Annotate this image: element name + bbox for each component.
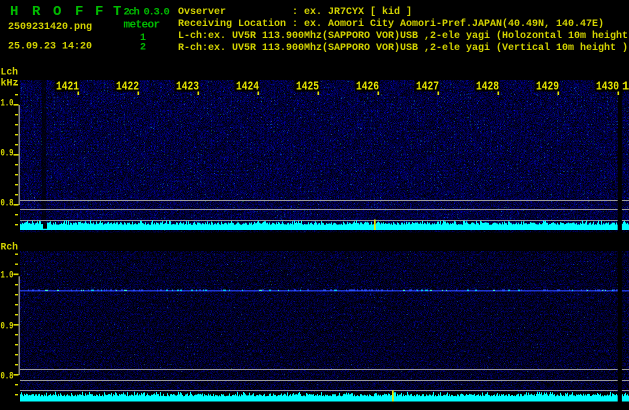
svg-text:F: F	[95, 4, 103, 20]
svg-text:Ovserver : ex. JR7CY: Ovserver : ex. JR7CYX [ kid ]	[178, 6, 412, 18]
svg-text:1430: 1430	[596, 80, 619, 94]
svg-text:1421: 1421	[56, 80, 79, 94]
svg-text:R-ch:ex. UV5R 113.900Mhz(SAPPO: R-ch:ex. UV5R 113.900Mhz(SAPPORO VOR)USB…	[178, 42, 628, 54]
svg-text:2509231420.png: 2509231420.png	[8, 22, 92, 33]
svg-text:T: T	[113, 4, 121, 20]
svg-text:R: R	[32, 4, 41, 20]
svg-text:H: H	[10, 4, 18, 20]
svg-text:0.8: 0.8	[1, 371, 14, 383]
svg-text:1mi: 1mi	[622, 80, 629, 94]
svg-text:1.0: 1.0	[1, 270, 14, 282]
svg-text:kHz: kHz	[1, 78, 19, 90]
svg-text:25.09.23 14:20: 25.09.23 14:20	[8, 42, 92, 53]
svg-text:2ch 0.3.0: 2ch 0.3.0	[124, 7, 170, 19]
svg-text:1422: 1422	[116, 80, 139, 94]
svg-text:1428: 1428	[476, 80, 499, 94]
svg-text:0.8: 0.8	[1, 197, 14, 209]
svg-text:L-ch:ex. UV5R 113.900Mhz(SAPPO: L-ch:ex. UV5R 113.900Mhz(SAPPORO VOR)USB…	[178, 30, 629, 42]
svg-text:F: F	[75, 4, 83, 20]
svg-text:0.9: 0.9	[1, 147, 14, 159]
svg-text:O: O	[53, 4, 61, 20]
svg-text:1426: 1426	[356, 80, 379, 94]
svg-text:meteor: meteor	[124, 20, 160, 32]
svg-text:1423: 1423	[176, 80, 199, 94]
svg-text:2: 2	[140, 43, 146, 54]
svg-text:Lch: Lch	[1, 67, 19, 79]
svg-text:1425: 1425	[296, 80, 319, 94]
svg-text:1427: 1427	[416, 80, 439, 94]
svg-text:Rch: Rch	[1, 242, 19, 254]
svg-text:0.9: 0.9	[1, 320, 14, 332]
svg-text:1.0: 1.0	[1, 97, 14, 109]
svg-text:1429: 1429	[536, 80, 559, 94]
svg-text:1424: 1424	[236, 80, 259, 94]
svg-text:Receiving Location : ex. Aomor: Receiving Location : ex. Aomori City Aom…	[178, 18, 604, 30]
